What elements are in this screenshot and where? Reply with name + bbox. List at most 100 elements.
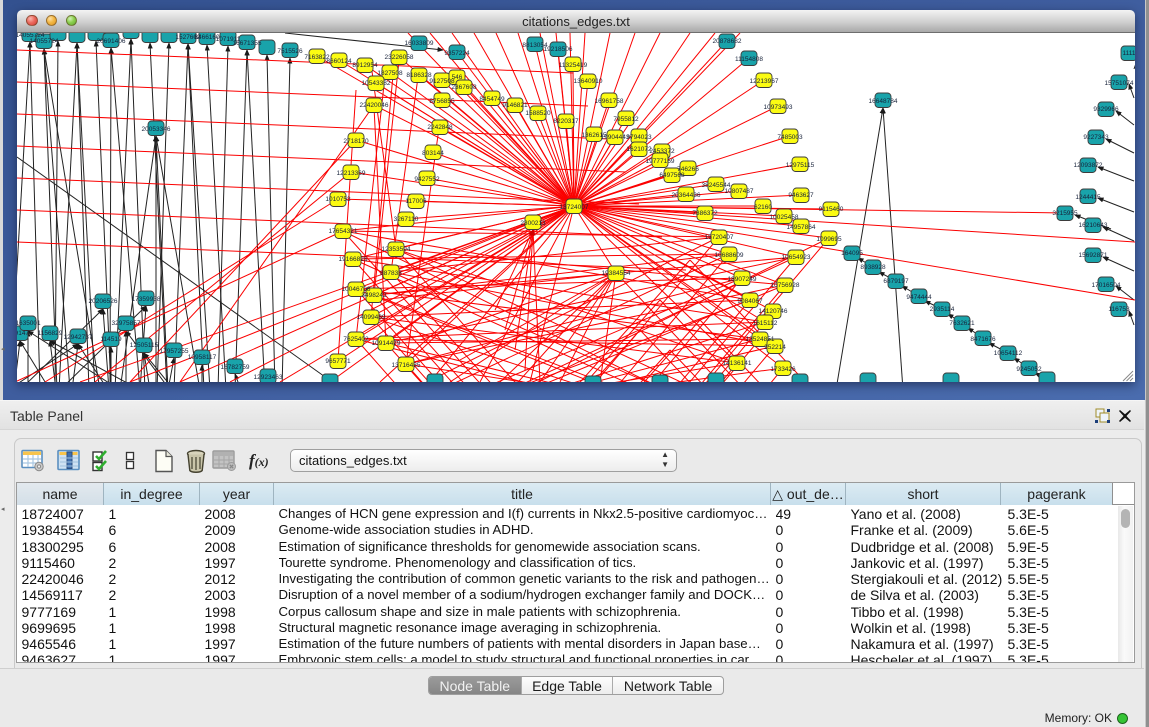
svg-text:19777169: 19777169: [646, 158, 675, 165]
svg-text:7515526: 7515526: [277, 48, 303, 55]
svg-text:19218506: 19218506: [544, 46, 573, 53]
svg-text:16210643: 16210643: [1079, 222, 1108, 229]
svg-text:15751074: 15751074: [1105, 80, 1134, 87]
svg-text:8220317: 8220317: [553, 118, 579, 125]
svg-text:9084067: 9084067: [737, 298, 763, 305]
svg-text:23226058: 23226058: [385, 54, 414, 61]
svg-text:1111: 1111: [1122, 50, 1135, 57]
svg-text:546: 546: [452, 74, 463, 81]
svg-text:14055724: 14055724: [30, 38, 59, 45]
svg-text:12942737: 12942737: [64, 334, 93, 341]
svg-text:8471676: 8471676: [970, 336, 996, 343]
svg-text:10543382: 10543382: [362, 80, 391, 87]
svg-text:1615112: 1615112: [753, 320, 778, 327]
svg-text:19384554: 19384554: [602, 270, 631, 277]
svg-text:16671355: 16671355: [233, 40, 262, 47]
svg-text:117006: 117006: [405, 198, 427, 205]
svg-text:39147: 39147: [17, 330, 29, 337]
svg-text:19166825: 19166825: [339, 256, 368, 263]
svg-text:16033809: 16033809: [405, 40, 434, 47]
svg-text:114519: 114519: [100, 336, 122, 343]
svg-text:2242848: 2242848: [427, 124, 453, 131]
svg-text:18907249: 18907249: [728, 276, 757, 283]
svg-text:18724007: 18724007: [560, 204, 589, 211]
svg-text:9474444: 9474444: [906, 294, 932, 301]
svg-text:7955812: 7955812: [613, 116, 639, 123]
svg-text:10025458: 10025458: [770, 214, 799, 221]
svg-text:32975857: 32975857: [112, 320, 141, 327]
svg-text:12213369: 12213369: [337, 170, 366, 177]
svg-text:14136141: 14136141: [723, 360, 752, 367]
svg-text:9146821: 9146821: [502, 102, 528, 109]
svg-text:12505115: 12505115: [130, 342, 159, 349]
svg-text:9794023: 9794023: [626, 134, 652, 141]
svg-text:9115460: 9115460: [819, 206, 844, 213]
svg-text:20364436: 20364436: [672, 192, 701, 199]
svg-text:9227343: 9227343: [1083, 134, 1109, 141]
svg-text:15720407: 15720407: [705, 234, 734, 241]
svg-text:20691406: 20691406: [97, 38, 126, 45]
svg-text:1827508: 1827508: [377, 70, 403, 77]
svg-text:12213967: 12213967: [750, 78, 779, 85]
svg-text:2453372: 2453372: [649, 148, 675, 155]
svg-text:116753: 116753: [1108, 306, 1130, 313]
svg-text:1244415: 1244415: [1075, 194, 1101, 201]
svg-text:3267110: 3267110: [394, 216, 419, 223]
svg-text:14099489: 14099489: [357, 314, 386, 321]
svg-text:6497568: 6497568: [659, 172, 685, 179]
svg-text:9463627: 9463627: [788, 192, 814, 199]
svg-text:7632621: 7632621: [949, 320, 975, 327]
svg-text:17957255: 17957255: [160, 348, 189, 355]
svg-text:13640910: 13640910: [574, 78, 603, 85]
svg-text:16782759: 16782759: [221, 364, 250, 371]
svg-text:8912954: 8912954: [352, 62, 378, 69]
svg-text:2935114: 2935114: [930, 306, 955, 313]
svg-text:10756928: 10756928: [771, 282, 800, 289]
svg-text:887833: 887833: [380, 270, 402, 277]
svg-text:8938928: 8938928: [860, 264, 886, 271]
svg-text:7485003: 7485003: [777, 134, 803, 141]
svg-text:8186328: 8186328: [406, 72, 432, 79]
svg-text:1588520: 1588520: [525, 110, 551, 117]
svg-text:20053346: 20053346: [142, 126, 171, 133]
svg-text:11154808: 11154808: [735, 56, 763, 63]
svg-text:20878682: 20878682: [713, 38, 742, 45]
svg-text:2367608: 2367608: [451, 84, 477, 91]
svg-text:1099695: 1099695: [816, 236, 842, 243]
svg-text:1156829: 1156829: [38, 330, 63, 337]
svg-text:62160: 62160: [754, 204, 772, 211]
svg-text:3215955: 3215955: [1052, 210, 1078, 217]
svg-text:9657771: 9657771: [325, 358, 351, 365]
svg-text:17654321: 17654321: [329, 228, 358, 235]
svg-text:11325419: 11325419: [559, 62, 588, 69]
svg-text:8756855: 8756855: [429, 98, 455, 105]
svg-text:1635001: 1635001: [17, 320, 41, 327]
svg-text:16961758: 16961758: [595, 98, 624, 105]
svg-text:13716485: 13716485: [392, 362, 421, 369]
svg-text:12923463: 12923463: [254, 374, 283, 381]
svg-text:10973493: 10973493: [764, 104, 793, 111]
svg-text:20206526: 20206526: [89, 298, 118, 305]
svg-text:1621072: 1621072: [626, 146, 652, 153]
svg-text:12093872: 12093872: [1074, 162, 1103, 169]
svg-text:17016504: 17016504: [1092, 282, 1121, 289]
svg-text:9245052: 9245052: [1016, 366, 1042, 373]
svg-text:7386372: 7386372: [692, 210, 718, 217]
svg-text:14957864: 14957864: [787, 224, 816, 231]
svg-text:10914479: 10914479: [372, 340, 401, 347]
svg-text:10654112: 10654112: [994, 350, 1023, 357]
svg-text:3498242: 3498242: [361, 292, 387, 299]
svg-text:10654923: 10654923: [782, 254, 811, 261]
svg-text:803144: 803144: [422, 150, 444, 157]
svg-text:13524851: 13524851: [746, 336, 775, 343]
svg-text:1733426: 1733426: [770, 366, 796, 373]
svg-text:7625402: 7625402: [343, 336, 369, 343]
svg-text:6879197: 6879197: [883, 278, 909, 285]
svg-text:164095: 164095: [841, 250, 863, 257]
svg-text:1010753: 1010753: [325, 196, 351, 203]
svg-text:15692871: 15692871: [1079, 252, 1108, 259]
svg-text:9329966: 9329966: [1093, 106, 1119, 113]
svg-text:12353594: 12353594: [382, 246, 411, 253]
svg-text:17359938: 17359938: [132, 296, 161, 303]
svg-text:10807487: 10807487: [725, 188, 754, 195]
